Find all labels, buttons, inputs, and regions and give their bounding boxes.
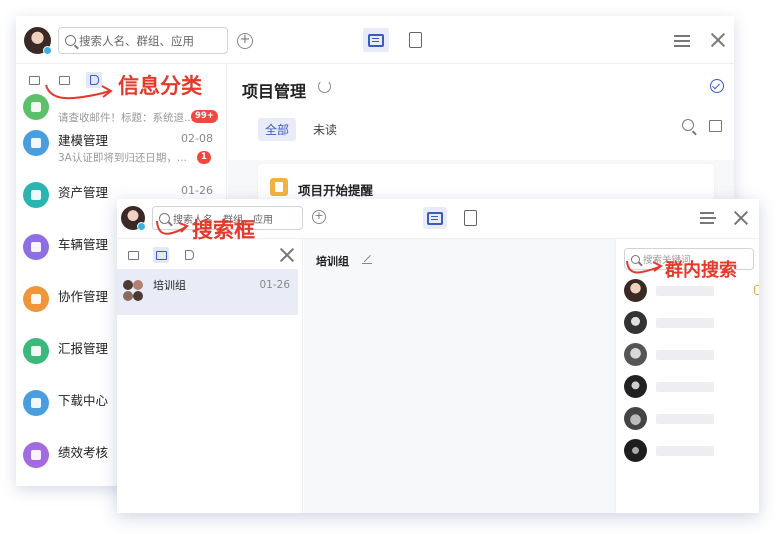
add-icon[interactable]: + bbox=[312, 210, 326, 224]
close-icon[interactable] bbox=[733, 210, 749, 226]
search-icon bbox=[65, 35, 76, 46]
user-avatar[interactable] bbox=[121, 206, 146, 231]
page-title: 项目管理 bbox=[242, 82, 307, 101]
member-avatar bbox=[624, 439, 647, 462]
close-icon[interactable] bbox=[279, 247, 291, 259]
mark-read-icon[interactable] bbox=[710, 79, 724, 93]
tab-group-category[interactable] bbox=[153, 247, 169, 263]
group-name: 培训组 bbox=[153, 279, 186, 292]
app-icon bbox=[23, 182, 49, 208]
group-date: 01-26 bbox=[259, 279, 290, 291]
group-list-item[interactable]: 培训组 01-26 bbox=[117, 269, 298, 315]
unread-badge: 1 bbox=[197, 151, 211, 164]
member-item[interactable] bbox=[624, 439, 754, 463]
messages-tab[interactable] bbox=[423, 207, 447, 229]
screenshot-stage: 搜索人名、群组、应用 + 请查收邮件！标题：系统退... 99+ 建模管理 02-08… bbox=[0, 0, 778, 534]
online-status-dot bbox=[137, 222, 146, 231]
global-search-box[interactable]: 搜索人名、群组、应用 bbox=[58, 27, 228, 54]
tab-notice-category[interactable] bbox=[181, 247, 197, 263]
calendar-icon[interactable] bbox=[709, 120, 722, 132]
group-avatar bbox=[123, 280, 143, 302]
search-placeholder: 搜索人名、群组、应用 bbox=[79, 33, 194, 48]
chat-icon bbox=[427, 211, 443, 225]
group-chat-icon bbox=[155, 250, 167, 260]
conversation-title: 汇报管理 bbox=[58, 341, 109, 356]
conversation-title: 车辆管理 bbox=[58, 237, 109, 252]
contacts-book-icon[interactable] bbox=[464, 210, 477, 226]
edit-icon[interactable] bbox=[362, 254, 372, 264]
conversation-sidebar: 培训组 01-26 bbox=[117, 239, 303, 513]
main-window-front: 搜索人名、群组、应用 + 培训组 01-26 培训组 搜索关键词 bbox=[117, 199, 759, 513]
member-avatar bbox=[624, 343, 647, 366]
add-icon[interactable]: + bbox=[237, 33, 253, 49]
online-status-dot bbox=[43, 46, 52, 55]
main-header: 项目管理 全部 未读 bbox=[228, 64, 734, 160]
annotation-arrow bbox=[45, 84, 113, 100]
app-icon bbox=[23, 286, 49, 312]
member-item[interactable] bbox=[624, 279, 759, 303]
chat-panel: 培训组 bbox=[304, 239, 615, 513]
member-name-placeholder bbox=[656, 446, 714, 456]
menu-icon[interactable] bbox=[700, 212, 716, 224]
member-item[interactable] bbox=[624, 343, 754, 367]
conversation-title: 资产管理 bbox=[58, 185, 109, 200]
member-name-placeholder bbox=[656, 318, 714, 328]
category-tabs bbox=[125, 247, 197, 263]
member-avatar bbox=[624, 375, 647, 398]
annotation-arrow bbox=[156, 220, 189, 235]
member-item[interactable] bbox=[624, 375, 754, 399]
conversation-title: 绩效考核 bbox=[58, 445, 109, 460]
owner-tag-icon bbox=[754, 285, 759, 295]
filter-tab-all[interactable]: 全部 bbox=[258, 118, 297, 141]
chat-bubble-icon bbox=[127, 250, 139, 260]
messages-tab[interactable] bbox=[363, 28, 389, 52]
member-item[interactable] bbox=[624, 407, 754, 431]
notice-icon bbox=[270, 178, 288, 196]
app-icon bbox=[23, 234, 49, 260]
chat-title: 培训组 bbox=[316, 255, 349, 268]
member-avatar bbox=[624, 407, 647, 430]
search-icon[interactable] bbox=[682, 119, 694, 131]
app-icon bbox=[23, 390, 49, 416]
chat-icon bbox=[368, 33, 384, 47]
app-icon bbox=[23, 338, 49, 364]
conversation-date: 02-08 bbox=[181, 132, 213, 145]
annotation-group-search: 群内搜索 bbox=[665, 260, 737, 281]
conversation-item[interactable]: 建模管理 02-08 3A认证即将到归还日期，... 1 bbox=[16, 114, 227, 166]
member-item[interactable] bbox=[624, 311, 754, 335]
annotation-search-box: 搜索框 bbox=[192, 218, 255, 242]
conversation-title: 下载中心 bbox=[58, 393, 109, 408]
app-icon bbox=[23, 130, 49, 156]
close-icon[interactable] bbox=[710, 32, 726, 48]
conversation-title: 建模管理 bbox=[58, 133, 109, 148]
user-avatar[interactable] bbox=[24, 27, 52, 55]
contacts-book-icon[interactable] bbox=[409, 32, 422, 48]
app-icon bbox=[23, 442, 49, 468]
member-avatar bbox=[624, 279, 647, 302]
member-name-placeholder bbox=[656, 414, 714, 424]
member-name-placeholder bbox=[656, 350, 714, 360]
member-avatar bbox=[624, 311, 647, 334]
conversation-date: 01-26 bbox=[181, 184, 213, 197]
conversation-title: 协作管理 bbox=[58, 289, 109, 304]
card-title: 项目开始提醒 bbox=[298, 183, 374, 198]
annotation-arrow bbox=[626, 260, 663, 274]
filter-tab-unread[interactable]: 未读 bbox=[306, 118, 344, 141]
menu-icon[interactable] bbox=[674, 35, 690, 47]
annotation-category: 信息分类 bbox=[118, 74, 202, 98]
refresh-icon[interactable] bbox=[318, 80, 331, 93]
member-name-placeholder bbox=[656, 382, 714, 392]
tab-chat-category[interactable] bbox=[125, 247, 141, 263]
member-name-placeholder bbox=[656, 286, 714, 296]
conversation-preview: 3A认证即将到归还日期，... bbox=[58, 152, 187, 164]
speaker-icon bbox=[184, 250, 194, 260]
